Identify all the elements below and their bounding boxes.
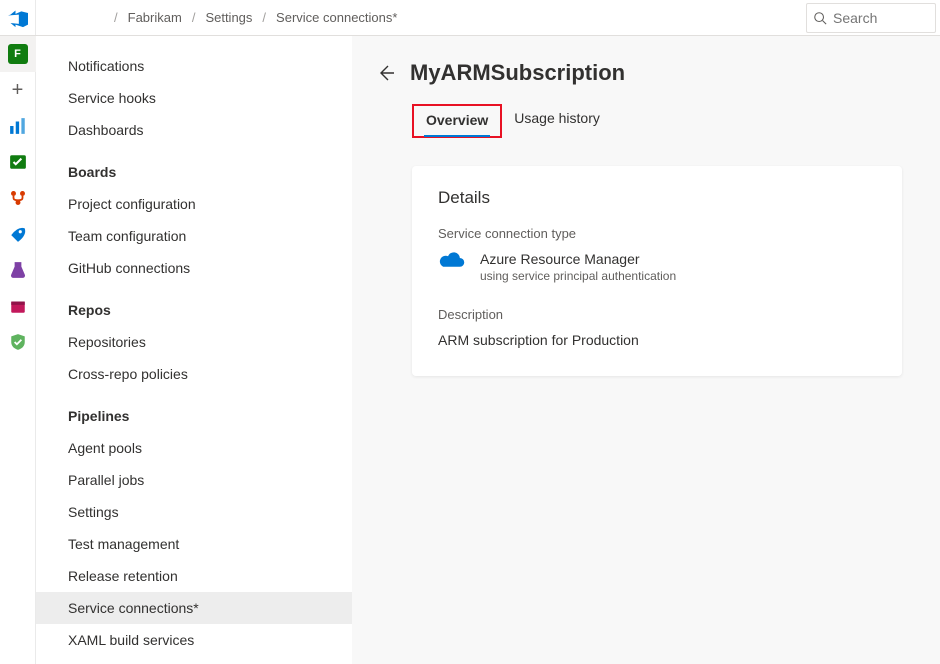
nav-item[interactable]: XAML build services: [36, 624, 352, 656]
rail-pipelines[interactable]: [0, 216, 36, 252]
nav-group-title: Repos: [36, 284, 352, 326]
nav-item[interactable]: Notifications: [36, 50, 352, 82]
tab-usage-history[interactable]: Usage history: [504, 104, 610, 138]
description-text: ARM subscription for Production: [438, 332, 876, 348]
shield-icon: [9, 333, 27, 351]
top-bar: / Fabrikam / Settings / Service connecti…: [0, 0, 940, 36]
breadcrumb-area[interactable]: Settings: [205, 10, 252, 25]
rail-boards[interactable]: [0, 144, 36, 180]
repos-icon: [9, 189, 27, 207]
back-arrow-icon[interactable]: [376, 63, 396, 83]
highlight-box: Overview: [412, 104, 502, 138]
nav-item[interactable]: Release retention: [36, 560, 352, 592]
nav-group-title: Pipelines: [36, 390, 352, 432]
nav-group-title: Boards: [36, 146, 352, 188]
rail-testplans[interactable]: [0, 252, 36, 288]
plus-icon: +: [12, 79, 24, 102]
main-content: MyARMSubscription OverviewUsage history …: [352, 36, 940, 664]
rail-overview[interactable]: [0, 108, 36, 144]
nav-item[interactable]: Parallel jobs: [36, 464, 352, 496]
nav-item[interactable]: Service connections*: [36, 592, 352, 624]
nav-rail: F +: [0, 0, 36, 664]
rail-security[interactable]: [0, 324, 36, 360]
nav-item[interactable]: Project configuration: [36, 188, 352, 220]
page-title: MyARMSubscription: [410, 60, 625, 86]
nav-item[interactable]: Service hooks: [36, 82, 352, 114]
search-input[interactable]: [833, 10, 923, 26]
connection-name: Azure Resource Manager: [480, 251, 676, 267]
settings-sidebar[interactable]: NotificationsService hooksDashboardsBoar…: [36, 36, 352, 664]
description-label: Description: [438, 307, 876, 322]
nav-item[interactable]: GitHub connections: [36, 252, 352, 284]
search-icon: [813, 11, 827, 25]
rail-project[interactable]: F: [0, 36, 36, 72]
chart-icon: [9, 117, 27, 135]
nav-item[interactable]: Settings: [36, 496, 352, 528]
connection-subtext: using service principal authentication: [480, 269, 676, 283]
rail-artifacts[interactable]: [0, 288, 36, 324]
tab-overview[interactable]: Overview: [416, 106, 498, 136]
cloud-icon: [438, 251, 466, 269]
breadcrumb-org[interactable]: Fabrikam: [128, 10, 182, 25]
details-card: Details Service connection type Azure Re…: [412, 166, 902, 376]
nav-item[interactable]: Test management: [36, 528, 352, 560]
rail-add-button[interactable]: +: [0, 72, 36, 108]
nav-item[interactable]: Repositories: [36, 326, 352, 358]
artifacts-icon: [9, 297, 27, 315]
azure-devops-logo-icon[interactable]: [0, 0, 36, 36]
nav-item[interactable]: Team configuration: [36, 220, 352, 252]
search-box[interactable]: [806, 3, 936, 33]
breadcrumb-page[interactable]: Service connections*: [276, 10, 397, 25]
nav-item[interactable]: Cross-repo policies: [36, 358, 352, 390]
tabs: OverviewUsage history: [412, 104, 910, 138]
board-icon: [9, 153, 27, 171]
pipelines-icon: [9, 225, 27, 243]
breadcrumb: / Fabrikam / Settings / Service connecti…: [0, 10, 397, 25]
type-label: Service connection type: [438, 226, 876, 241]
nav-item[interactable]: Dashboards: [36, 114, 352, 146]
testplans-icon: [9, 261, 27, 279]
card-heading: Details: [438, 188, 876, 208]
nav-item[interactable]: Agent pools: [36, 432, 352, 464]
rail-repos[interactable]: [0, 180, 36, 216]
